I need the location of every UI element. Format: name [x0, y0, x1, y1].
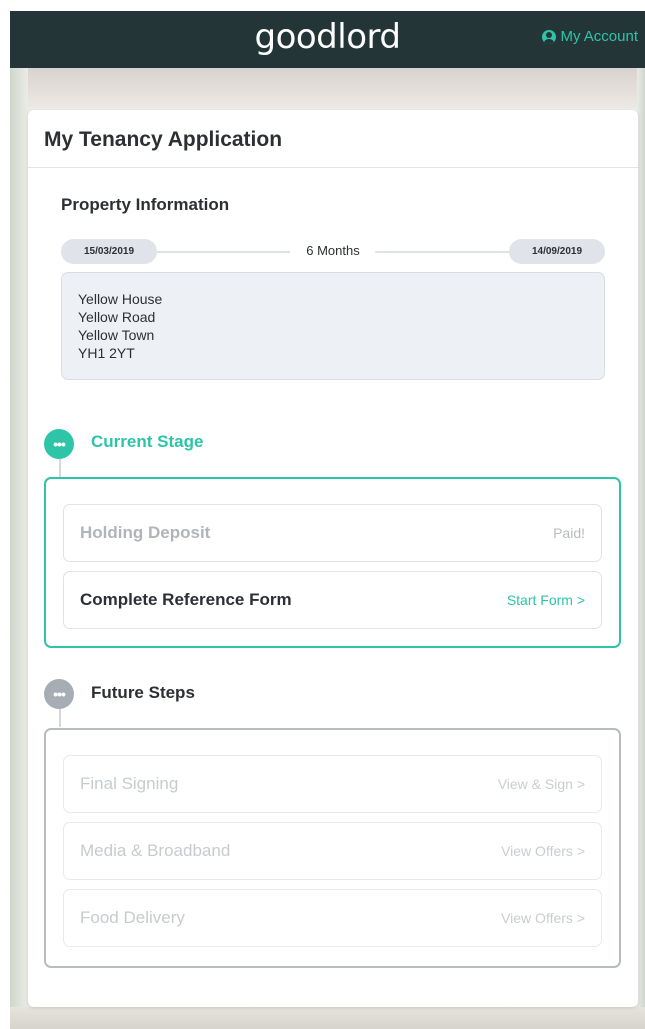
- tenancy-duration: 6 Months: [290, 243, 376, 258]
- future-steps-ellipsis-icon: •••: [44, 679, 74, 709]
- step-final-signing: Final Signing View & Sign >: [63, 755, 602, 813]
- future-steps-connector: [59, 709, 61, 727]
- future-steps-heading: Future Steps: [91, 683, 195, 702]
- address-line: Yellow Town: [78, 327, 155, 343]
- tenancy-timeline: 15/03/2019 6 Months 14/09/2019: [61, 239, 605, 264]
- background-window-frame-right: [637, 68, 645, 1029]
- address-line: Yellow Road: [78, 309, 156, 325]
- view-and-sign-link: View & Sign >: [497, 776, 585, 792]
- my-account-link[interactable]: My Account: [542, 28, 638, 45]
- step-complete-reference-form[interactable]: Complete Reference Form Start Form >: [63, 571, 602, 629]
- property-address-box: Yellow House Yellow Road Yellow Town YH1…: [61, 272, 605, 380]
- user-circle-icon: [542, 29, 557, 44]
- step-status-paid: Paid!: [553, 525, 585, 541]
- start-form-link[interactable]: Start Form >: [507, 592, 585, 608]
- top-navigation-bar: goodlord My Account: [10, 11, 645, 68]
- tenancy-application-card: My Tenancy Application Property Informat…: [28, 110, 638, 1007]
- address-line: Yellow House: [78, 291, 163, 307]
- address-postcode: YH1 2YT: [78, 345, 135, 361]
- step-name: Holding Deposit: [80, 523, 211, 542]
- view-offers-link: View Offers >: [501, 910, 585, 926]
- current-stage-connector: [59, 459, 61, 477]
- step-name: Final Signing: [80, 774, 179, 793]
- title-divider: [28, 167, 638, 168]
- step-food-delivery: Food Delivery View Offers >: [63, 889, 602, 947]
- step-media-broadband: Media & Broadband View Offers >: [63, 822, 602, 880]
- property-information-heading: Property Information: [61, 195, 230, 214]
- background-floor: [10, 1007, 645, 1029]
- current-stage-group: Holding Deposit Paid! Complete Reference…: [44, 477, 621, 648]
- step-holding-deposit: Holding Deposit Paid!: [63, 504, 602, 562]
- step-name: Complete Reference Form: [80, 590, 292, 609]
- current-stage-heading: Current Stage: [91, 432, 204, 451]
- tenancy-end-date: 14/09/2019: [509, 239, 605, 264]
- view-offers-link: View Offers >: [501, 843, 585, 859]
- my-account-label: My Account: [560, 28, 638, 45]
- tenancy-start-date: 15/03/2019: [61, 239, 157, 264]
- background-top: [10, 68, 645, 108]
- step-name: Media & Broadband: [80, 841, 231, 860]
- current-stage-ellipsis-icon: •••: [44, 429, 74, 459]
- page-title: My Tenancy Application: [44, 128, 283, 151]
- background-window-frame-left: [10, 68, 28, 1029]
- future-steps-group: Final Signing View & Sign > Media & Broa…: [44, 728, 621, 968]
- step-name: Food Delivery: [80, 908, 185, 927]
